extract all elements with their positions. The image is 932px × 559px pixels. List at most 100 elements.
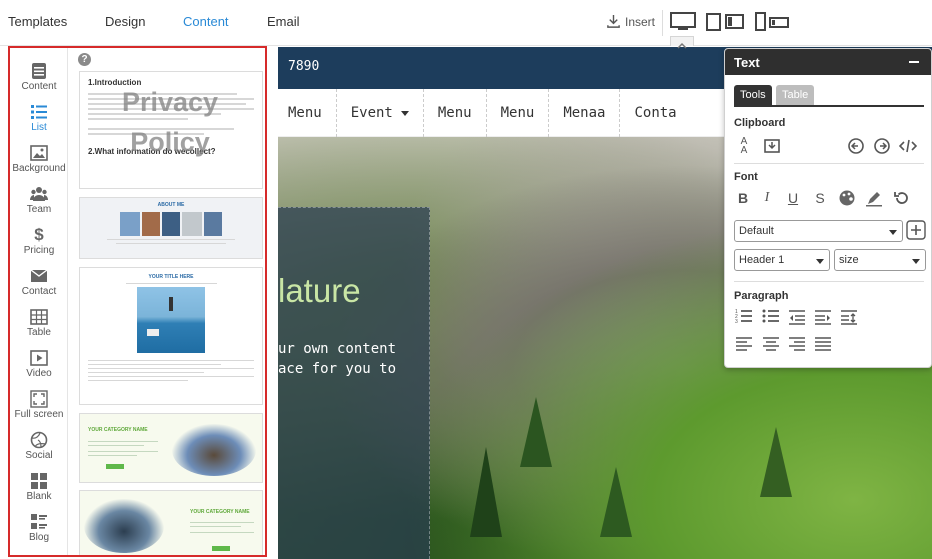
category-team[interactable]: Team: [10, 185, 68, 215]
panel-header: Text: [725, 49, 931, 75]
bold-icon[interactable]: B: [734, 189, 752, 207]
code-icon[interactable]: [899, 137, 917, 155]
category-label: Full screen: [14, 409, 64, 420]
nav-item-menu[interactable]: Menu: [424, 89, 487, 137]
category-table[interactable]: Table: [10, 308, 68, 338]
globe-icon: [30, 431, 48, 449]
underline-icon[interactable]: U: [784, 189, 802, 207]
mobile-view-icon[interactable]: [755, 12, 791, 32]
minimize-icon[interactable]: [909, 61, 919, 63]
category-label: List: [31, 122, 47, 133]
font-family-select[interactable]: Default: [734, 220, 903, 242]
chevron-down-icon: [912, 259, 920, 264]
chevron-down-icon: [400, 110, 409, 116]
redo-icon[interactable]: [873, 137, 891, 155]
divider: [734, 281, 924, 282]
font-size-case-icon[interactable]: AA: [735, 137, 753, 156]
category-content[interactable]: Content: [10, 62, 68, 92]
nav-item-event[interactable]: Event: [337, 89, 424, 137]
text-tools-panel: Text Tools Table Clipboard AA Font B I U…: [724, 48, 932, 368]
outdent-icon[interactable]: [788, 308, 806, 326]
nav-item-contact[interactable]: Conta: [620, 89, 690, 137]
line-spacing-icon[interactable]: [840, 308, 858, 326]
snippet-title-image[interactable]: YOUR TITLE HERE: [79, 267, 263, 405]
hero-title[interactable]: lature: [278, 272, 361, 310]
paste-icon[interactable]: [763, 137, 781, 155]
strikethrough-icon[interactable]: S: [811, 189, 829, 207]
category-pricing[interactable]: $ Pricing: [10, 225, 68, 257]
bullet-list-icon[interactable]: [762, 308, 780, 326]
heading-select[interactable]: Header 1: [734, 249, 830, 271]
nav-item-menu[interactable]: Menu: [487, 89, 550, 137]
category-label: Contact: [21, 286, 57, 297]
fullscreen-icon: [30, 390, 48, 408]
color-palette-icon[interactable]: [838, 189, 856, 207]
snippet-title: YOUR TITLE HERE: [148, 274, 194, 280]
snippet-photo: [84, 499, 164, 553]
tab-content[interactable]: Content: [183, 14, 229, 29]
category-label: Content: [21, 81, 57, 92]
align-center-icon[interactable]: [762, 335, 780, 353]
download-icon: [607, 14, 620, 28]
chevron-down-icon: [889, 230, 897, 235]
panel-title: Text: [734, 55, 760, 70]
tree-shape: [760, 427, 792, 497]
nav-item-menu[interactable]: Menu: [278, 89, 337, 137]
undo-icon[interactable]: [847, 137, 865, 155]
snippet-heading: 1.Introduction: [88, 78, 142, 87]
category-label: Pricing: [23, 245, 55, 256]
add-font-icon[interactable]: [906, 220, 926, 240]
image-icon: [30, 145, 48, 161]
clipboard-section-title: Clipboard: [734, 117, 786, 129]
indent-icon[interactable]: [814, 308, 832, 326]
tab-design[interactable]: Design: [105, 14, 145, 29]
category-social[interactable]: Social: [10, 431, 68, 461]
category-fullscreen[interactable]: Full screen: [10, 390, 68, 420]
nav-item-menaa[interactable]: Menaa: [549, 89, 621, 137]
clear-format-icon[interactable]: [893, 189, 911, 207]
grid-icon: [31, 473, 47, 489]
tab-email[interactable]: Email: [267, 14, 300, 29]
tablet-view-icon[interactable]: [706, 12, 744, 32]
category-video[interactable]: Video: [10, 349, 68, 379]
hero-body-text[interactable]: ur own content ace for you to: [278, 339, 396, 379]
category-background[interactable]: Background: [10, 144, 68, 174]
highlight-icon[interactable]: [865, 189, 883, 207]
insert-label: Insert: [625, 14, 656, 29]
snippet-category-left[interactable]: YOUR CATEGORY NAME: [79, 413, 263, 483]
desktop-view-icon[interactable]: [670, 12, 696, 32]
align-left-icon[interactable]: [735, 335, 753, 353]
tab-templates[interactable]: Templates: [8, 14, 67, 29]
help-icon[interactable]: ?: [78, 53, 91, 66]
tree-shape: [600, 467, 632, 537]
tab-table[interactable]: Table: [776, 85, 815, 105]
table-icon: [30, 309, 48, 325]
phone-number: 7890: [288, 59, 320, 74]
play-icon: [30, 350, 48, 366]
category-contact[interactable]: Contact: [10, 267, 68, 297]
snippet-category-right[interactable]: YOUR CATEGORY NAME: [79, 490, 263, 555]
category-blog[interactable]: Blog: [10, 513, 68, 543]
envelope-icon: [30, 269, 48, 282]
divider: [734, 163, 924, 164]
top-toolbar: Templates Design Content Email Insert: [0, 0, 932, 46]
divider: [662, 10, 663, 36]
category-label: Blog: [28, 532, 49, 543]
tab-tools[interactable]: Tools: [734, 85, 772, 105]
page-builder-app: Templates Design Content Email Insert 78…: [0, 0, 932, 559]
collapse-toolbar-button[interactable]: [670, 36, 694, 49]
dollar-icon: $: [34, 225, 44, 244]
snippet-privacy-policy[interactable]: 1.Introduction 2.What information do wec…: [79, 71, 263, 189]
hero-text-box[interactable]: [278, 207, 430, 559]
font-section-title: Font: [734, 171, 758, 183]
insert-button[interactable]: Insert: [606, 14, 655, 29]
align-right-icon[interactable]: [788, 335, 806, 353]
category-blank[interactable]: Blank: [10, 472, 68, 502]
snippet-about-me[interactable]: ABOUT ME: [79, 197, 263, 259]
italic-icon[interactable]: I: [758, 189, 776, 207]
blog-icon: [31, 514, 47, 529]
category-list[interactable]: List: [10, 103, 68, 133]
ordered-list-icon[interactable]: 123: [735, 308, 753, 326]
align-justify-icon[interactable]: [814, 335, 832, 353]
font-size-select[interactable]: size: [834, 249, 926, 271]
